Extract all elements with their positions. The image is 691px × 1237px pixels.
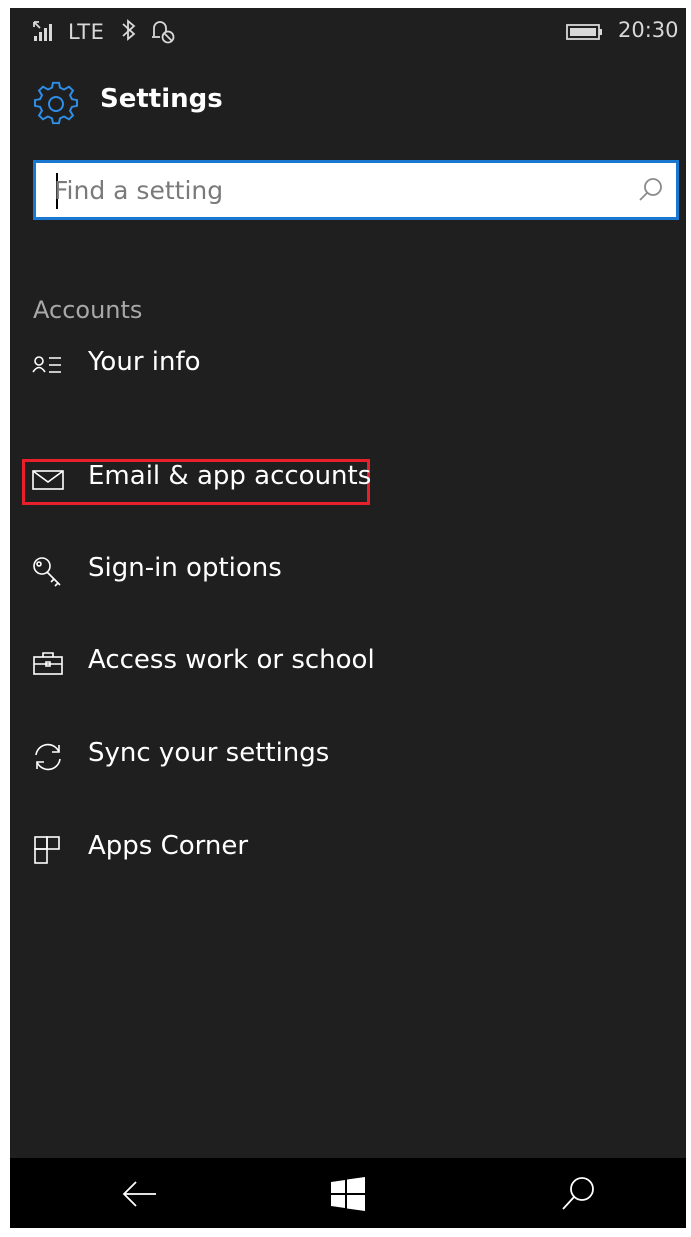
gear-icon [33, 81, 79, 131]
clock: 20:30 [618, 18, 679, 42]
settings-item-label: Sign-in options [88, 553, 282, 583]
search-icon[interactable] [558, 1174, 598, 1214]
search-icon[interactable] [638, 177, 664, 207]
settings-item-label: Email & app accounts [88, 461, 372, 491]
apps-corner-icon [32, 834, 64, 866]
section-heading-accounts: Accounts [33, 296, 143, 324]
mail-icon [32, 464, 64, 496]
navigation-bar [10, 1158, 686, 1228]
sync-icon [32, 741, 64, 773]
quiet-hours-icon [148, 18, 178, 48]
search-input[interactable] [54, 169, 614, 211]
status-bar: LTE 20:30 [10, 8, 686, 54]
person-list-icon [32, 350, 64, 382]
network-type: LTE [68, 20, 105, 44]
settings-item-label: Your info [88, 347, 201, 377]
settings-item-label: Access work or school [88, 645, 375, 675]
battery-icon [566, 24, 604, 44]
briefcase-icon [32, 648, 64, 680]
settings-item-label: Sync your settings [88, 738, 330, 768]
windows-start-icon[interactable] [328, 1174, 368, 1214]
back-icon[interactable] [120, 1174, 160, 1214]
page-title: Settings [100, 84, 223, 114]
settings-item-label: Apps Corner [88, 831, 249, 861]
signal-icon [32, 20, 62, 46]
search-box[interactable] [33, 160, 679, 220]
bluetooth-icon [120, 17, 138, 47]
key-icon [32, 556, 64, 588]
phone-screen: LTE 20:30 Settings Find a setting Accoun… [10, 8, 686, 1228]
